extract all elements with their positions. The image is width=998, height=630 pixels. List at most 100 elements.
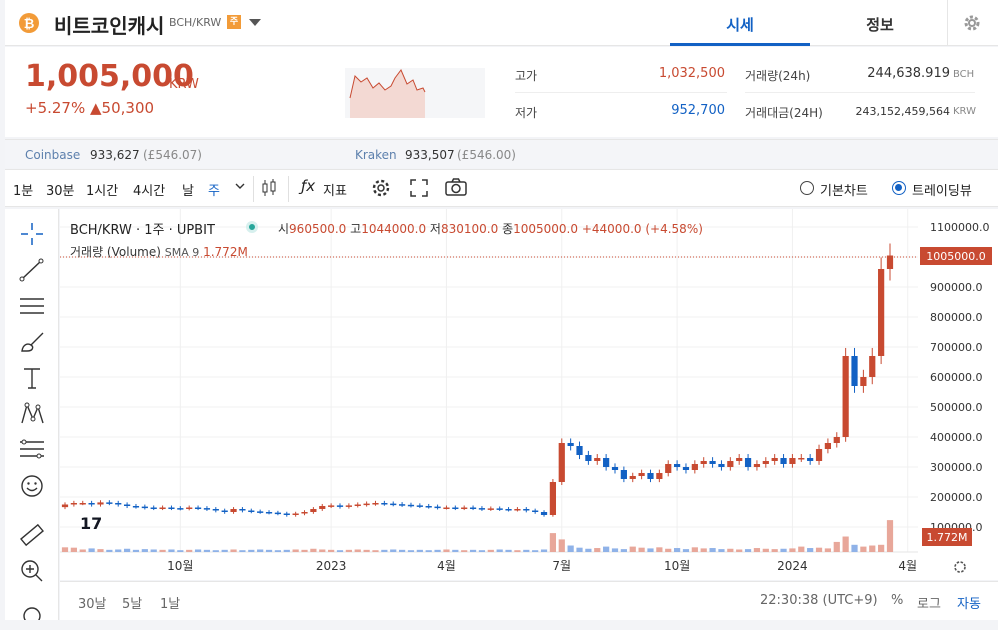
change-percent-value: (+4.58%) [645,222,703,236]
basic-chart-label[interactable]: 기본차트 [820,180,868,199]
interval-1m[interactable]: 1분 [13,180,33,199]
volume-bar [611,548,619,552]
range-5d[interactable]: 5날 [122,593,142,612]
tradingview-label[interactable]: 트레이딩뷰 [912,180,972,199]
volume-bar [789,548,796,552]
candle [833,432,840,448]
magnet-icon[interactable] [19,604,45,630]
indicator-button[interactable]: 지표 [323,180,347,199]
volume-bar [425,550,432,552]
fibonacci-icon[interactable] [19,437,45,463]
tradingview-radio[interactable] [892,181,906,195]
candle [97,500,104,507]
candle [798,454,805,462]
emoji-icon[interactable] [19,473,45,499]
candle [532,508,539,514]
candle [478,506,486,511]
close-label: 종 [502,222,514,236]
chart-canvas[interactable]: 100000.0200000.0300000.0400000.0500000.0… [60,209,998,580]
mini-price-chart [345,68,485,118]
candle [381,500,388,506]
coin-dropdown-icon[interactable] [249,19,261,26]
candle [328,503,335,509]
price-chart[interactable]: 100000.0 200000.0 300000.0 400000.0 500000.0… [60,209,998,580]
basic-chart-radio[interactable] [800,181,814,195]
candle [878,257,885,365]
candle [283,511,290,517]
volume-legend-value: 1.772M [203,245,248,259]
volume-bar [194,549,202,552]
volume-bar [150,549,157,552]
volume-unit: BCH [953,69,975,80]
crosshair-icon[interactable] [19,221,45,247]
interval-4h[interactable]: 4시간 [133,180,165,199]
tab-info[interactable]: 정보 [810,14,950,35]
volume-bar [106,549,113,552]
volume-bar [434,549,441,552]
coin-name: 비트코인캐시 [54,14,165,38]
volume-bar [656,547,663,552]
candle [514,507,521,512]
volume-bar [647,548,654,552]
chart-settings-icon[interactable] [954,561,966,573]
x-tick-label: 10월 [664,559,690,573]
last-volume-label: 1.772M [927,531,968,544]
candle [718,460,725,471]
volume-bar [159,549,166,552]
volume-bar [585,548,592,552]
interval-30m[interactable]: 30분 [46,180,75,199]
low-price: 952,700 [671,103,725,118]
indicator-fx-icon[interactable]: ƒx [301,177,315,195]
candle [771,454,778,465]
range-30d[interactable]: 30날 [78,593,107,612]
volume-bar [673,548,681,552]
volume-bar [496,549,503,552]
percent-scale-toggle[interactable]: % [891,593,903,608]
camera-icon[interactable] [445,178,467,200]
gear-icon[interactable] [962,13,982,37]
volume-bar [461,550,468,552]
clock[interactable]: 22:30:38 (UTC+9) [760,593,878,608]
parallel-lines-icon[interactable] [19,293,45,319]
tab-quote[interactable]: 시세 [670,14,810,35]
volume-bar [310,548,317,552]
candles [61,243,894,517]
fullscreen-icon[interactable] [410,179,428,201]
volume-bar [798,546,805,552]
range-1d[interactable]: 1날 [160,593,180,612]
interval-week[interactable]: 주 [208,180,220,199]
zoom-in-icon[interactable] [19,558,45,584]
auto-scale-toggle[interactable]: 자동 [957,593,981,612]
trend-line-icon[interactable] [19,257,45,283]
ohlc-legend: 시960500.0 고1044000.0 저830100.0 종1005000.… [278,220,703,237]
amount-unit: KRW [953,106,976,117]
chart-toolbar: 1분 30분 1시간 4시간 날 주 ƒx 지표 기본차트 트레이딩뷰 [5,169,998,207]
volume-bar [532,550,539,552]
y-tick-label: 1100000.0 [930,221,990,234]
candlestick-type-icon[interactable] [261,178,277,202]
interval-dropdown-icon[interactable] [234,179,246,197]
volume-bar [239,550,246,552]
volume-bar [230,549,237,552]
candle [88,500,95,507]
candle [824,438,832,454]
settings-gear-icon[interactable] [371,178,391,202]
text-tool-icon[interactable] [19,365,45,391]
interval-1h[interactable]: 1시간 [86,180,118,199]
ruler-icon[interactable] [19,522,45,548]
exchange-name-kraken[interactable]: Kraken [355,148,397,162]
volume-bar [177,550,184,552]
pattern-tool-icon[interactable] [19,401,45,427]
candle [407,502,415,508]
volume-bar [478,550,486,552]
exchange-name-coinbase[interactable]: Coinbase [25,148,80,162]
price-summary: 1,005,000 KRW +5.27% ▲50,300 고가 1,032,50… [5,47,998,137]
interval-day[interactable]: 날 [182,180,194,199]
candle [851,347,858,393]
log-scale-toggle[interactable]: 로그 [917,593,941,612]
tradingview-logo-icon[interactable]: 17 [80,514,102,533]
brush-icon[interactable] [19,329,45,355]
volume-bar [398,549,406,552]
divider [288,176,289,202]
change-value: +44000.0 [581,222,642,236]
